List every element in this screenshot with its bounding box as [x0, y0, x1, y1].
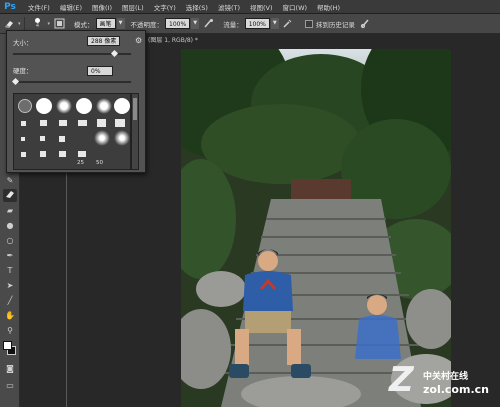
- quick-mask-icon[interactable]: ◙: [3, 362, 17, 375]
- hardness-slider-thumb[interactable]: [11, 77, 20, 86]
- preset-scrollbar-thumb[interactable]: [133, 98, 137, 120]
- menu-view[interactable]: 视图(V): [245, 2, 278, 12]
- watermark: Z 中关村在线 zol.com.cn: [389, 363, 500, 405]
- zoom-tool-icon[interactable]: ⚲: [3, 324, 17, 337]
- dodge-tool-icon[interactable]: ○: [3, 234, 17, 247]
- menu-image[interactable]: 图像(I): [87, 2, 117, 12]
- hardness-label: 硬度：: [13, 67, 33, 75]
- brush-preset[interactable]: [114, 130, 130, 146]
- divider: [23, 16, 25, 31]
- preset-scrollbar[interactable]: [131, 93, 139, 170]
- document-tab[interactable]: (图层 1, RGB/8) *: [148, 35, 198, 45]
- brush-preset[interactable]: [114, 98, 130, 114]
- brush-preset[interactable]: [59, 136, 65, 142]
- menu-select[interactable]: 选择(S): [181, 2, 213, 12]
- brush-panel-toggle-icon[interactable]: [52, 17, 66, 31]
- preset-size-label: 50: [96, 160, 103, 166]
- screen-mode-icon[interactable]: ▭: [3, 379, 17, 392]
- pressure-opacity-icon[interactable]: [201, 17, 215, 31]
- brush-preset[interactable]: [21, 121, 26, 126]
- line-tool-icon[interactable]: ╱: [3, 294, 17, 307]
- tool-preset-arrow-icon[interactable]: ▾: [18, 21, 21, 27]
- brush-preset[interactable]: [36, 98, 52, 114]
- mode-dropdown-icon[interactable]: ▼: [116, 18, 125, 29]
- brush-preset-list: 25 50: [13, 93, 131, 170]
- brush-preset[interactable]: [78, 151, 86, 157]
- gear-icon[interactable]: ⚙: [135, 36, 142, 45]
- preset-size-label: 25: [77, 160, 84, 166]
- hardness-slider-track[interactable]: [13, 81, 131, 83]
- brush-preset[interactable]: [21, 137, 25, 141]
- menu-help[interactable]: 帮助(H): [312, 2, 345, 12]
- photo-canvas[interactable]: [181, 49, 451, 407]
- size-value-input[interactable]: 288 像素: [87, 36, 121, 46]
- opacity-input[interactable]: 100%: [165, 18, 191, 29]
- pressure-size-icon[interactable]: [359, 17, 373, 31]
- erase-to-history-checkbox[interactable]: [304, 19, 313, 28]
- app-logo: Ps: [4, 1, 16, 12]
- eraser-tool-icon[interactable]: [2, 17, 16, 31]
- menu-type[interactable]: 文字(Y): [149, 2, 181, 12]
- watermark-url: zol.com.cn: [423, 383, 489, 396]
- eraser-tool-icon[interactable]: [3, 189, 17, 202]
- brush-preset-panel: 大小： 288 像素 ⚙ 硬度： 0% 25 50: [6, 30, 146, 173]
- brush-preset[interactable]: [40, 120, 47, 126]
- path-select-tool-icon[interactable]: ➤: [3, 279, 17, 292]
- brush-size-number: 4: [35, 23, 40, 29]
- opacity-label: 不透明度：: [130, 20, 164, 29]
- watermark-logo-icon: Z: [389, 360, 414, 400]
- brush-preset[interactable]: [96, 98, 112, 114]
- hand-tool-icon[interactable]: ✋: [3, 309, 17, 322]
- brush-preset[interactable]: [40, 136, 45, 141]
- flow-input[interactable]: 100%: [244, 18, 270, 29]
- watermark-brand: 中关村在线: [423, 372, 469, 382]
- flow-label: 流量：: [223, 20, 243, 29]
- opacity-dropdown-icon[interactable]: ▼: [191, 18, 200, 29]
- menu-window[interactable]: 窗口(W): [278, 2, 313, 12]
- gradient-tool-icon[interactable]: ▰: [3, 204, 17, 217]
- brush-preset[interactable]: [59, 151, 66, 157]
- chevron-down-icon[interactable]: ▾: [48, 21, 51, 27]
- menu-layer[interactable]: 图层(L): [117, 2, 149, 12]
- type-tool-icon[interactable]: T: [3, 264, 17, 277]
- mode-label: 模式：: [74, 20, 94, 29]
- photo-illustration: [181, 49, 451, 407]
- brush-preset[interactable]: [21, 152, 26, 157]
- erase-to-history-label: 抹到历史记录: [315, 20, 355, 29]
- brush-preset[interactable]: [115, 119, 125, 127]
- brush-preset[interactable]: [78, 120, 87, 126]
- menu-bar: Ps 文件(F) 编辑(E) 图像(I) 图层(L) 文字(Y) 选择(S) 滤…: [0, 0, 500, 14]
- brush-preset-picker[interactable]: 4: [30, 17, 46, 31]
- hardness-value-input[interactable]: 0%: [87, 66, 113, 76]
- menu-filter[interactable]: 滤镜(T): [213, 2, 245, 12]
- brush-preset[interactable]: [56, 98, 72, 114]
- mode-select[interactable]: 画笔: [95, 18, 116, 29]
- blur-tool-icon[interactable]: ●: [3, 219, 17, 232]
- pen-path-tool-icon[interactable]: ✒: [3, 249, 17, 262]
- pen-tool-icon[interactable]: ✎: [3, 174, 17, 187]
- brush-preset[interactable]: [76, 98, 92, 114]
- flow-dropdown-icon[interactable]: ▼: [270, 18, 279, 29]
- size-slider-thumb[interactable]: [111, 49, 119, 58]
- menu-file[interactable]: 文件(F): [23, 2, 55, 12]
- foreground-color-swatch[interactable]: [3, 341, 12, 350]
- brush-preset[interactable]: [94, 130, 110, 146]
- brush-preset-selected[interactable]: [18, 99, 32, 113]
- size-label: 大小：: [13, 39, 33, 47]
- airbrush-icon[interactable]: [281, 17, 295, 31]
- brush-preset[interactable]: [40, 151, 46, 157]
- brush-preset[interactable]: [59, 120, 67, 126]
- menu-edit[interactable]: 编辑(E): [55, 2, 87, 12]
- brush-preset[interactable]: [97, 119, 106, 127]
